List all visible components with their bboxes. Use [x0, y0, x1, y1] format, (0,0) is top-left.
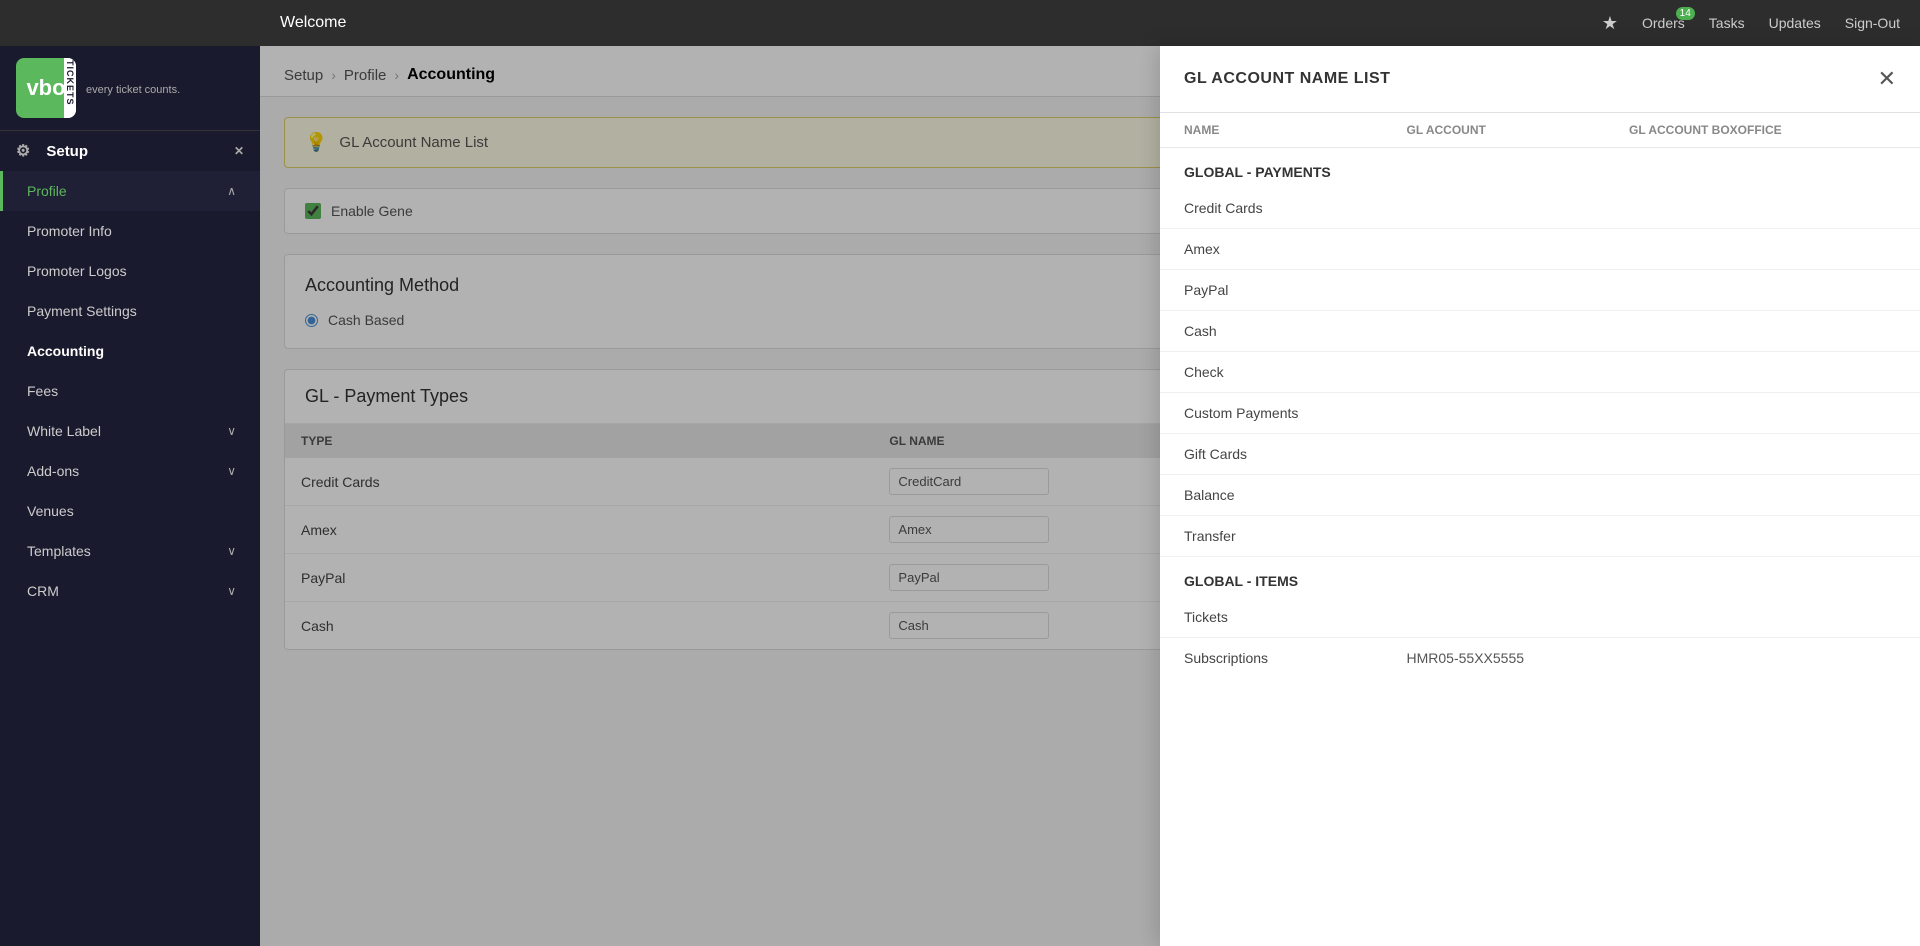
- panel-group-header: GLOBAL - PAYMENTS: [1160, 148, 1920, 188]
- item-name: Subscriptions: [1184, 650, 1407, 666]
- chevron-down-icon-2: ∨: [227, 464, 236, 478]
- sidebar-item-templates[interactable]: Templates ∨: [0, 531, 260, 571]
- logo-box: vbo TICKETS: [16, 58, 76, 118]
- item-name: Cash: [1184, 323, 1407, 339]
- sidebar-item-fees[interactable]: Fees: [0, 371, 260, 411]
- sidebar-item-templates-label: Templates: [27, 543, 91, 559]
- panel-col-name: NAME: [1184, 123, 1407, 137]
- sidebar-item-crm-label: CRM: [27, 583, 59, 599]
- panel-header: GL ACCOUNT NAME LIST ✕: [1160, 46, 1920, 113]
- gear-icon: ⚙: [16, 141, 30, 161]
- sidebar-item-payment-settings[interactable]: Payment Settings: [0, 291, 260, 331]
- logo-subtitle: every ticket counts.: [86, 84, 180, 96]
- panel-group-header: GLOBAL - ITEMS: [1160, 557, 1920, 597]
- panel-close-button[interactable]: ✕: [1878, 66, 1896, 92]
- sidebar-item-addons[interactable]: Add-ons ∨: [0, 451, 260, 491]
- logo-area: vbo TICKETS every ticket counts.: [0, 46, 260, 130]
- list-item: Gift Cards: [1160, 434, 1920, 475]
- sidebar-item-profile[interactable]: Profile ∧: [0, 171, 260, 211]
- list-item: Amex: [1160, 229, 1920, 270]
- chevron-down-icon: ∨: [227, 424, 236, 438]
- welcome-text: Welcome: [280, 14, 1602, 32]
- list-item: PayPal: [1160, 270, 1920, 311]
- sidebar-item-payment-settings-label: Payment Settings: [27, 303, 137, 319]
- list-item: Tickets: [1160, 597, 1920, 638]
- item-name: Transfer: [1184, 528, 1407, 544]
- item-name: PayPal: [1184, 282, 1407, 298]
- sidebar-section-setup[interactable]: ⚙ Setup ✕: [0, 130, 260, 171]
- close-icon[interactable]: ✕: [234, 144, 244, 158]
- item-name: Credit Cards: [1184, 200, 1407, 216]
- item-name: Gift Cards: [1184, 446, 1407, 462]
- sidebar-item-promoter-info[interactable]: Promoter Info: [0, 211, 260, 251]
- panel-col-gl-account: GL ACCOUNT: [1407, 123, 1630, 137]
- sidebar-item-promoter-logos-label: Promoter Logos: [27, 263, 127, 279]
- list-item: Custom Payments: [1160, 393, 1920, 434]
- item-name: Amex: [1184, 241, 1407, 257]
- chevron-icon: ∧: [227, 184, 236, 198]
- panel-col-gl-account-boxoffice: GL ACCOUNT BOXOFFICE: [1629, 123, 1896, 137]
- sidebar-item-fees-label: Fees: [27, 383, 58, 399]
- chevron-down-icon-3: ∨: [227, 544, 236, 558]
- sidebar-item-promoter-logos[interactable]: Promoter Logos: [0, 251, 260, 291]
- orders-badge: 14: [1676, 7, 1695, 20]
- favorites-icon[interactable]: ★: [1602, 13, 1618, 34]
- list-item: Transfer: [1160, 516, 1920, 557]
- sidebar-item-venues[interactable]: Venues: [0, 491, 260, 531]
- list-item: Check: [1160, 352, 1920, 393]
- sidebar: vbo TICKETS every ticket counts. ⚙ Setup…: [0, 0, 260, 946]
- signout-nav[interactable]: Sign-Out: [1845, 15, 1900, 31]
- item-gl-account: HMR05-55XX5555: [1407, 650, 1630, 666]
- sidebar-section-label: Setup: [46, 143, 88, 160]
- panel-table-header: NAME GL ACCOUNT GL ACCOUNT BOXOFFICE: [1160, 113, 1920, 148]
- panel-title: GL ACCOUNT NAME LIST: [1184, 70, 1390, 88]
- item-name: Tickets: [1184, 609, 1407, 625]
- list-item: Balance: [1160, 475, 1920, 516]
- logo-text: vbo: [26, 75, 65, 101]
- item-name: Custom Payments: [1184, 405, 1407, 421]
- top-navigation: Welcome ★ Orders 14 Tasks Updates Sign-O…: [0, 0, 1920, 46]
- list-item: Subscriptions HMR05-55XX5555: [1160, 638, 1920, 678]
- list-item: Cash: [1160, 311, 1920, 352]
- tasks-nav[interactable]: Tasks: [1709, 15, 1745, 31]
- logo-sub-area: every ticket counts.: [86, 80, 180, 96]
- panel-body: GLOBAL - PAYMENTS Credit Cards Amex PayP…: [1160, 148, 1920, 946]
- sidebar-item-addons-label: Add-ons: [27, 463, 79, 479]
- nav-right: ★ Orders 14 Tasks Updates Sign-Out: [1602, 13, 1900, 34]
- orders-nav[interactable]: Orders 14: [1642, 15, 1685, 31]
- sidebar-item-venues-label: Venues: [27, 503, 74, 519]
- sidebar-item-accounting[interactable]: Accounting: [0, 331, 260, 371]
- sidebar-item-white-label-label: White Label: [27, 423, 101, 439]
- logo-tickets: TICKETS: [64, 58, 76, 118]
- list-item: Credit Cards: [1160, 188, 1920, 229]
- chevron-down-icon-4: ∨: [227, 584, 236, 598]
- updates-nav[interactable]: Updates: [1769, 15, 1821, 31]
- sidebar-item-white-label[interactable]: White Label ∨: [0, 411, 260, 451]
- item-name: Check: [1184, 364, 1407, 380]
- sidebar-item-promoter-info-label: Promoter Info: [27, 223, 112, 239]
- sidebar-item-accounting-label: Accounting: [27, 343, 104, 359]
- sidebar-item-profile-label: Profile: [27, 183, 67, 199]
- sidebar-item-crm[interactable]: CRM ∨: [0, 571, 260, 611]
- item-name: Balance: [1184, 487, 1407, 503]
- side-panel: GL ACCOUNT NAME LIST ✕ NAME GL ACCOUNT G…: [1160, 46, 1920, 946]
